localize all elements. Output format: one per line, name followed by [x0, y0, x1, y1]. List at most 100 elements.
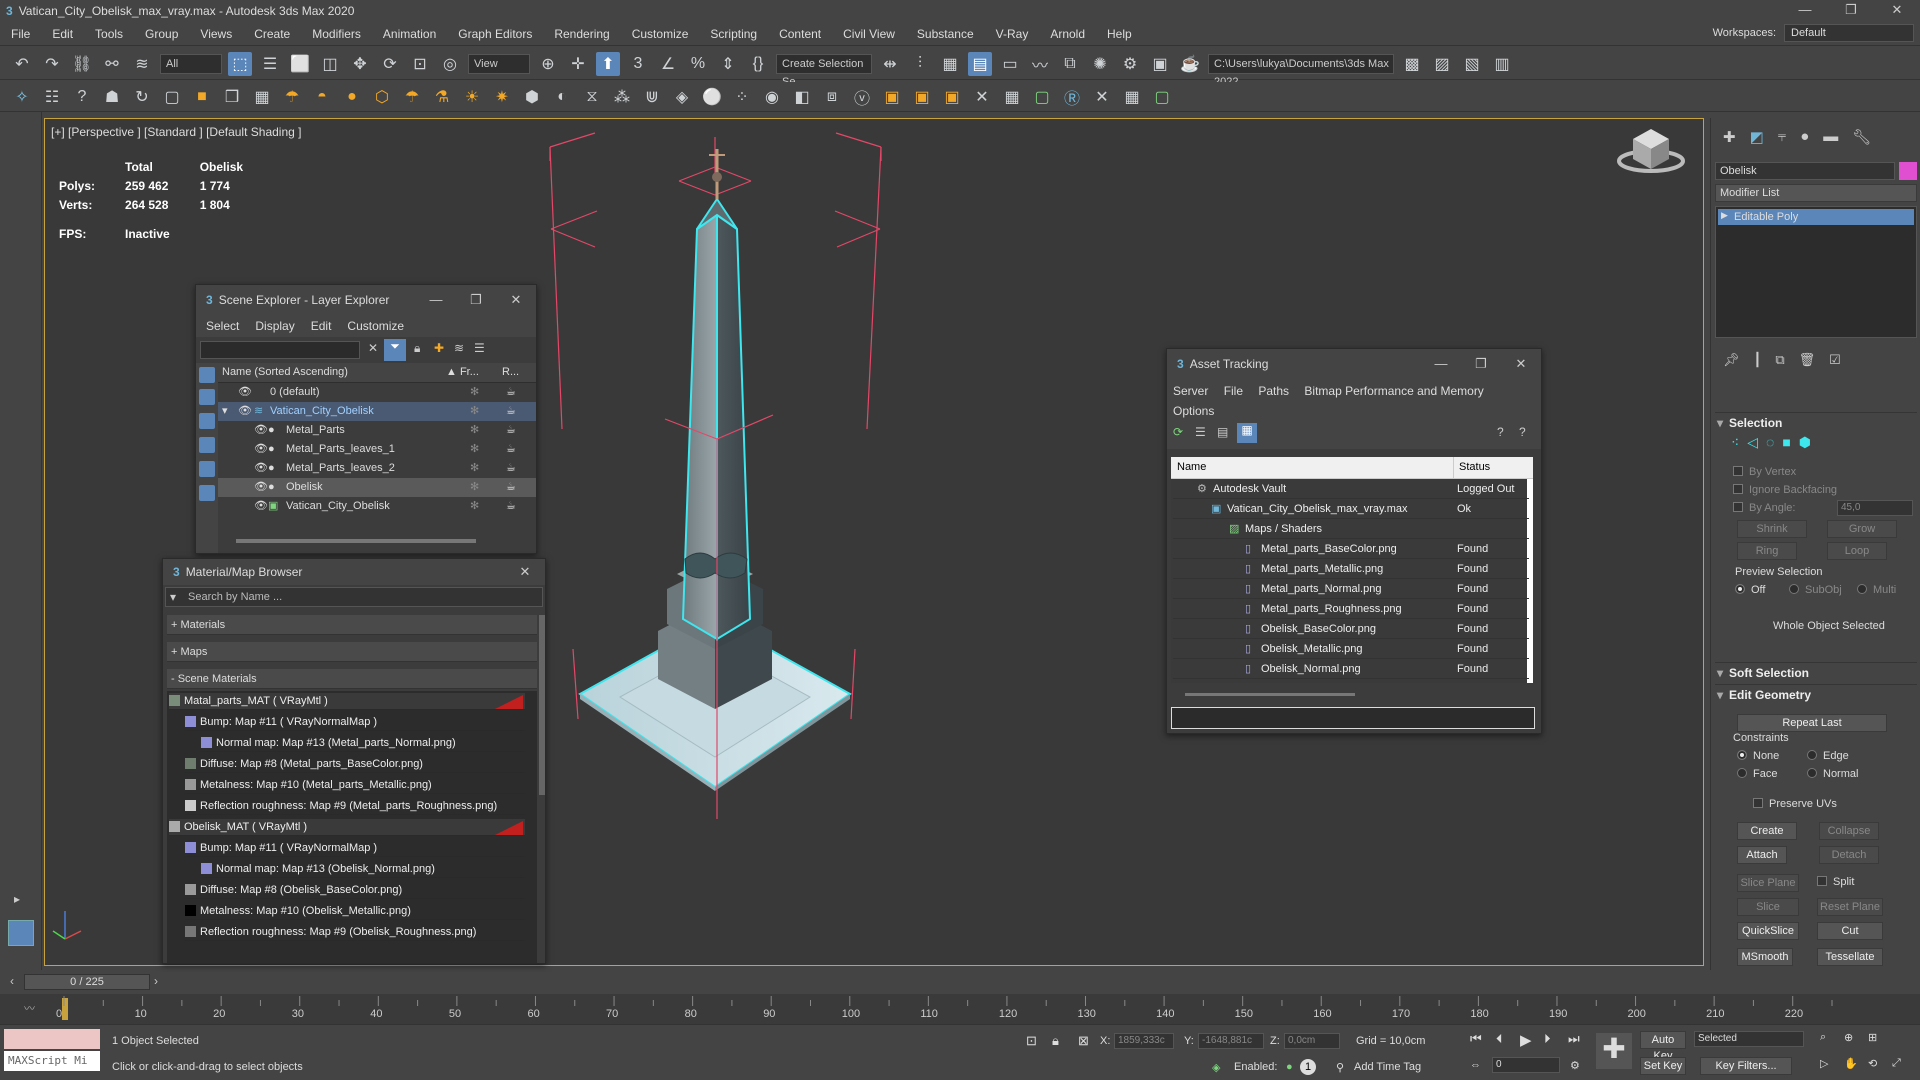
- schematic-view-icon[interactable]: ⧉: [1058, 52, 1082, 76]
- maximize-button[interactable]: ❐: [1828, 0, 1874, 22]
- redo-icon[interactable]: ↷: [40, 52, 64, 76]
- toggle-ribbon-icon[interactable]: ▭: [998, 52, 1022, 76]
- list-view-icon[interactable]: ☰: [1195, 425, 1206, 439]
- x-coordinate-field[interactable]: 1859,333c: [1114, 1033, 1174, 1049]
- shrink-button[interactable]: Shrink: [1737, 520, 1807, 538]
- map-item[interactable]: Bump: Map #11 ( VRayNormalMap ): [185, 840, 525, 857]
- reset-plane-button[interactable]: Reset Plane: [1817, 898, 1883, 916]
- hierarchy-icon[interactable]: ☰: [474, 341, 485, 355]
- close-button[interactable]: ✕: [1874, 0, 1920, 22]
- isolate-icon[interactable]: ⊡: [1026, 1033, 1037, 1049]
- menu-customize[interactable]: Customize: [621, 27, 700, 41]
- time-prev-icon[interactable]: ‹: [10, 974, 14, 988]
- menu-vray[interactable]: V-Ray: [985, 27, 1040, 41]
- set-key-big-icon[interactable]: ✚: [1596, 1033, 1632, 1069]
- fur-icon[interactable]: ⁂: [610, 85, 634, 109]
- light-sphere-icon[interactable]: ●: [340, 85, 364, 109]
- map-item[interactable]: Diffuse: Map #8 (Obelisk_BaseColor.png): [185, 882, 525, 899]
- at-menu-paths[interactable]: Paths: [1258, 384, 1289, 398]
- reload-icon[interactable]: ↻: [130, 85, 154, 109]
- make-unique-icon[interactable]: ⧉: [1775, 352, 1784, 372]
- asset-row[interactable]: ▯ Obelisk_Metallic.png Found: [1173, 639, 1529, 659]
- adaptive-degradation-icon[interactable]: ◈: [1212, 1061, 1220, 1074]
- align-icon[interactable]: ⫶: [908, 52, 932, 76]
- constraint-none-radio[interactable]: None: [1737, 750, 1779, 762]
- se-minimize-button[interactable]: —: [416, 285, 456, 315]
- menu-rendering[interactable]: Rendering: [543, 27, 620, 41]
- menu-help[interactable]: Help: [1096, 27, 1143, 41]
- lock-icon[interactable]: 🔒︎: [414, 341, 420, 356]
- light-mesh-icon[interactable]: ⬡: [370, 85, 394, 109]
- vertex-mode-icon[interactable]: ⁖: [1731, 434, 1739, 451]
- ball-icon[interactable]: ⚪: [700, 85, 724, 109]
- menu-content[interactable]: Content: [768, 27, 832, 41]
- spinner-snap-icon[interactable]: ⇕: [716, 52, 740, 76]
- at-horizontal-scrollbar[interactable]: [1185, 693, 1355, 696]
- next-frame-icon[interactable]: ⏵: [1544, 1031, 1551, 1047]
- light-ambient-icon[interactable]: ⚗: [430, 85, 454, 109]
- map-item[interactable]: Diffuse: Map #8 (Metal_parts_BaseColor.p…: [185, 756, 525, 773]
- select-object-icon[interactable]: ⬚: [228, 51, 252, 76]
- workspace-dropdown[interactable]: Default: [1784, 24, 1914, 42]
- detail-view-icon[interactable]: ▤: [1217, 425, 1228, 439]
- curve-editor-mini-icon[interactable]: 〰: [24, 1000, 35, 1016]
- mb-scrollbar[interactable]: [539, 615, 545, 795]
- object-name-field[interactable]: Obelisk: [1715, 162, 1895, 180]
- constraint-face-radio[interactable]: Face: [1737, 768, 1777, 780]
- ring-button[interactable]: Ring: [1737, 542, 1797, 560]
- se-col-name[interactable]: Name (Sorted Ascending): [222, 366, 348, 378]
- place-icon[interactable]: ◎: [438, 52, 462, 76]
- time-next-icon[interactable]: ›: [154, 974, 158, 988]
- enabled-indicator[interactable]: ●: [1286, 1061, 1293, 1073]
- asset-row[interactable]: ▯ Obelisk_BaseColor.png Found: [1173, 619, 1529, 639]
- display-objects-icon[interactable]: [199, 367, 215, 383]
- render-setup-icon[interactable]: ⚙: [1118, 52, 1142, 76]
- grid-icon[interactable]: ▦: [1120, 85, 1144, 109]
- at-col-status[interactable]: Status: [1459, 461, 1490, 473]
- viewcube[interactable]: [1617, 129, 1685, 173]
- object-color-swatch[interactable]: [1899, 162, 1917, 180]
- show-end-result-icon[interactable]: ┃: [1754, 352, 1762, 372]
- zoom-extents-icon[interactable]: ⊞: [1868, 1031, 1877, 1044]
- menu-tools[interactable]: Tools: [84, 27, 134, 41]
- preview-multi-radio[interactable]: Multi: [1857, 584, 1896, 596]
- at-menu-server[interactable]: Server: [1173, 384, 1208, 398]
- project-open-icon[interactable]: ▧: [1460, 52, 1484, 76]
- current-frame-field[interactable]: 0: [1492, 1057, 1560, 1073]
- hierarchy-tab-icon[interactable]: ⫧: [1778, 128, 1786, 150]
- tree-row[interactable]: 👁︎ ● Metal_Parts_leaves_2 ✻ ☕︎: [218, 459, 536, 478]
- curve-editor-icon[interactable]: 〰: [1028, 52, 1052, 76]
- asset-row[interactable]: ▯ Metal_parts_BaseColor.png Found: [1173, 539, 1529, 559]
- menu-arnold[interactable]: Arnold: [1039, 27, 1096, 41]
- asset-tracking-titlebar[interactable]: 3 Asset Tracking — ❐ ✕: [1167, 349, 1541, 379]
- window-crossing-icon[interactable]: ◫: [318, 52, 342, 76]
- selection-rollout-header[interactable]: Selection: [1715, 412, 1917, 433]
- ignore-backfacing-checkbox[interactable]: Ignore Backfacing: [1733, 484, 1837, 496]
- at-path-field[interactable]: [1171, 707, 1535, 729]
- display-cameras-icon[interactable]: [199, 461, 215, 477]
- tree-row[interactable]: 👁︎ 0 (default) ✻ ☕︎: [218, 383, 536, 402]
- link-icon[interactable]: ⛓: [70, 52, 94, 76]
- fp-icon[interactable]: ▣: [880, 85, 904, 109]
- se-search-input[interactable]: [200, 341, 360, 359]
- at-menu-file[interactable]: File: [1224, 384, 1243, 398]
- display-helpers-icon[interactable]: [199, 485, 215, 501]
- map-item[interactable]: Reflection roughness: Map #9 (Metal_part…: [185, 798, 525, 815]
- tree-row[interactable]: ▾ 👁︎ ≋ Vatican_City_Obelisk ✻ ☕︎: [218, 402, 536, 421]
- se-col-freeze[interactable]: ▲ Fr...: [446, 366, 479, 378]
- viewport-layout-icon[interactable]: [8, 920, 34, 946]
- unlink-icon[interactable]: ⚯: [100, 52, 124, 76]
- mb-section-materials[interactable]: + Materials: [167, 615, 537, 635]
- tree-row[interactable]: 👁︎ ▣ Vatican_City_Obelisk ✻ ☕︎: [218, 497, 536, 516]
- sphere-icon[interactable]: ◐: [550, 85, 574, 109]
- key-filters-button[interactable]: Key Filters...: [1700, 1057, 1792, 1075]
- minimize-button[interactable]: —: [1782, 0, 1828, 22]
- selection-filter-dropdown[interactable]: All: [160, 53, 222, 74]
- teapot-icon[interactable]: ☗: [100, 85, 124, 109]
- material-item[interactable]: Obelisk_MAT ( VRayMtl ): [169, 819, 525, 836]
- time-config-icon[interactable]: ⚙: [1570, 1059, 1580, 1072]
- table-view-icon[interactable]: ▦: [1237, 423, 1257, 443]
- project-folder-icon[interactable]: ▩: [1400, 52, 1424, 76]
- mb-section-maps[interactable]: + Maps: [167, 642, 537, 662]
- by-angle-checkbox[interactable]: By Angle:: [1733, 502, 1795, 514]
